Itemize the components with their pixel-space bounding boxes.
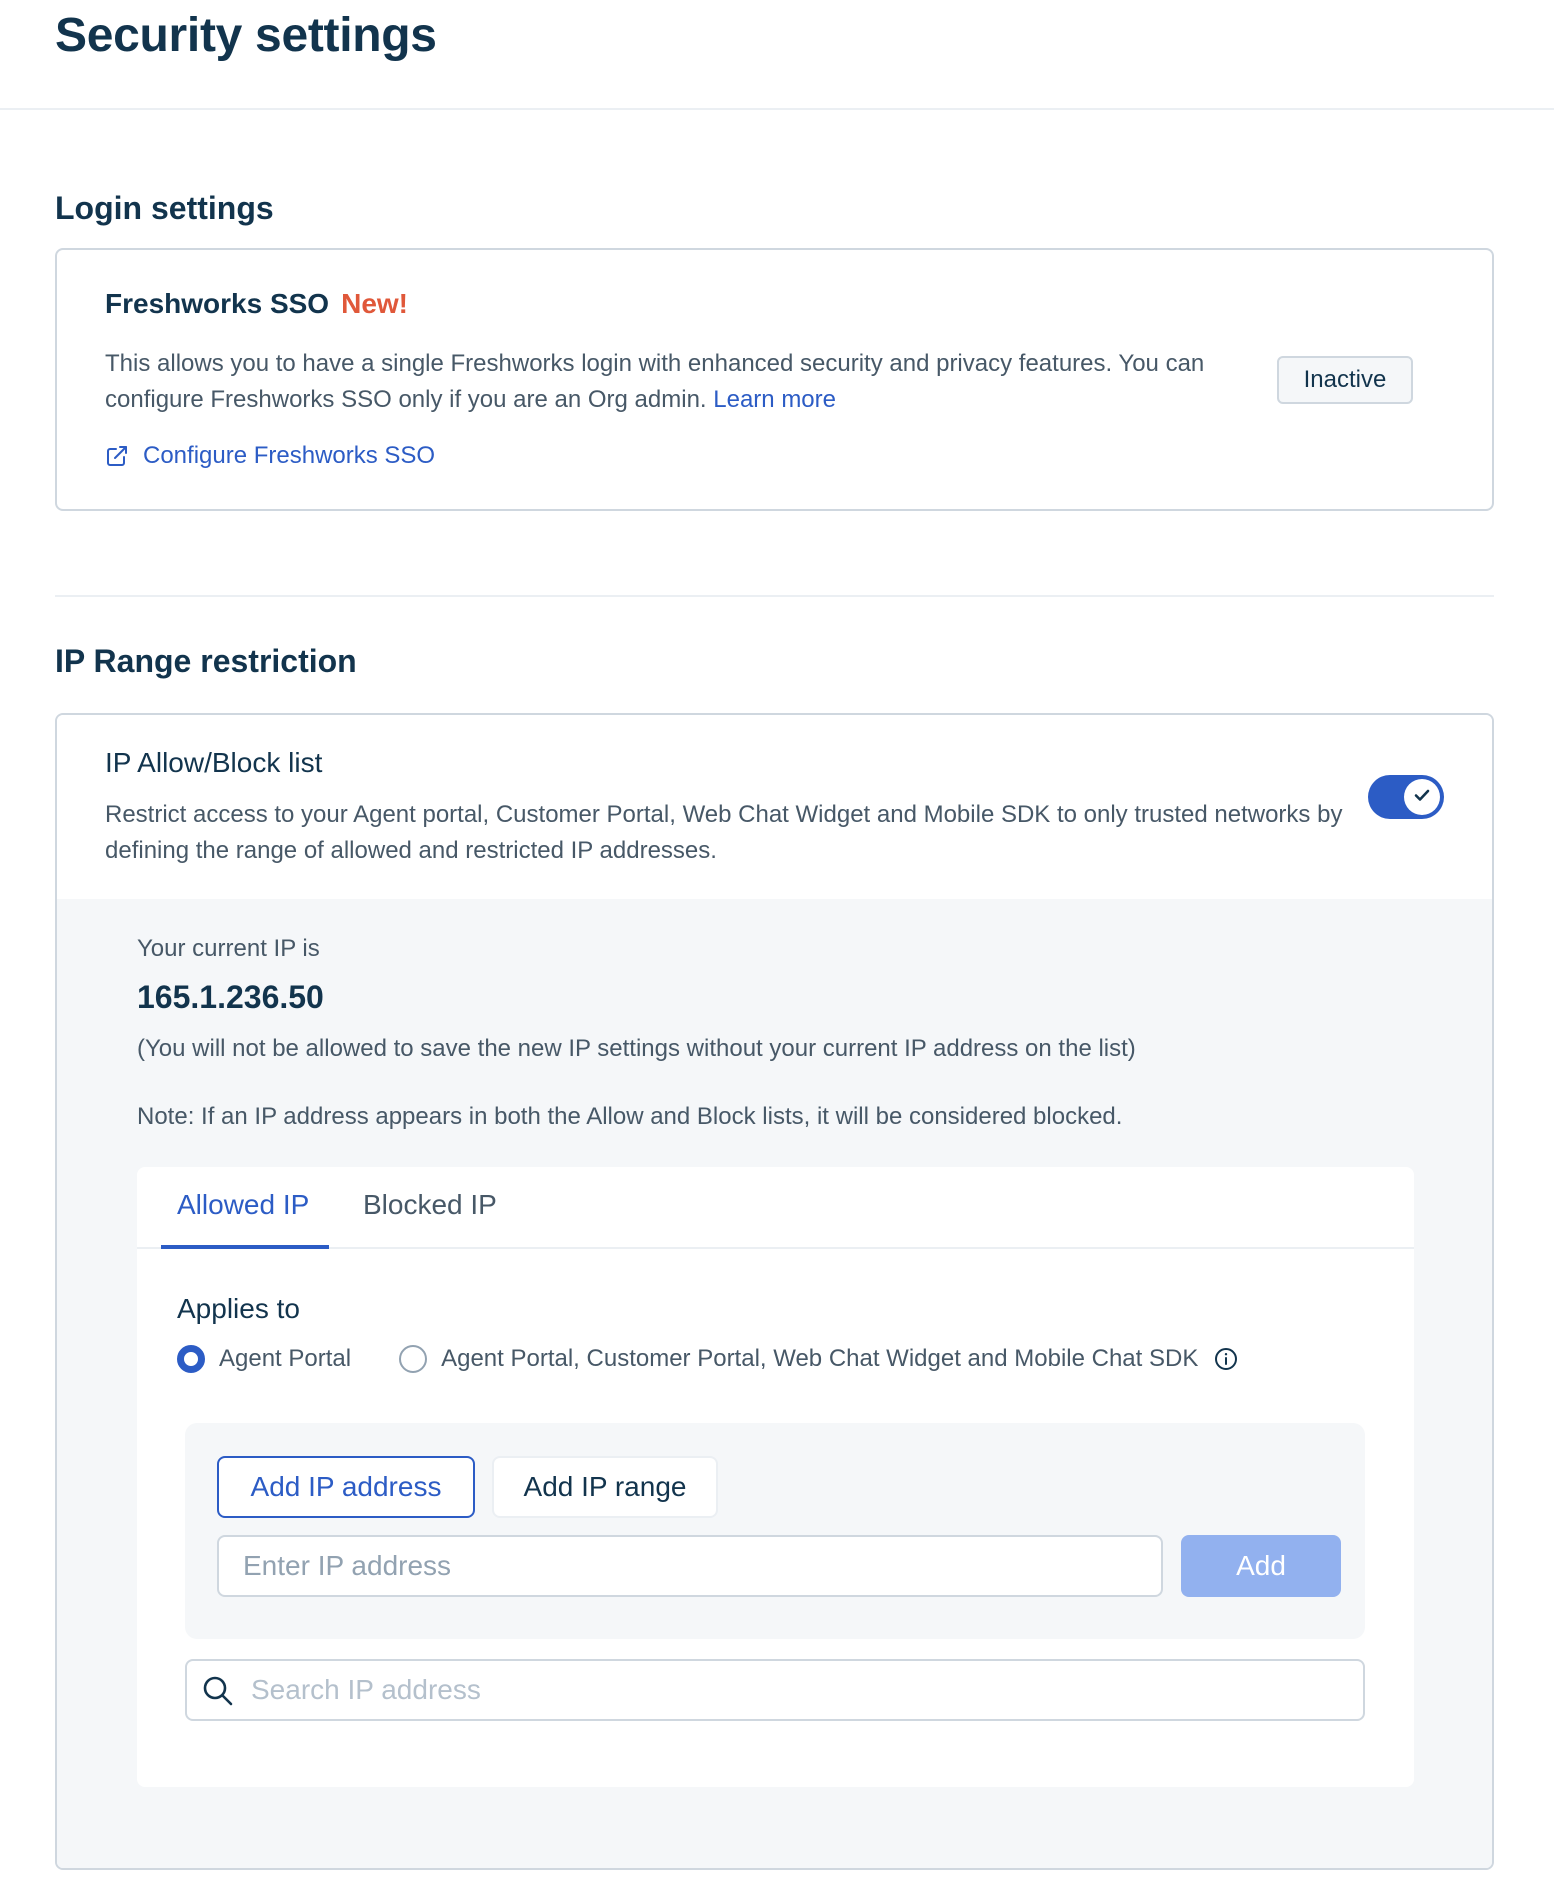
- external-link-icon: [105, 444, 129, 468]
- ip-restriction-toggle[interactable]: [1368, 775, 1444, 819]
- toggle-knob: [1404, 779, 1440, 815]
- ip-tabs: Allowed IP Blocked IP: [137, 1167, 1414, 1249]
- radio-all-portals[interactable]: [399, 1345, 428, 1373]
- sso-description: This allows you to have a single Freshwo…: [105, 346, 1245, 418]
- ip-card-header: IP Allow/Block list Restrict access to y…: [57, 715, 1492, 899]
- sso-title: Freshworks SSO: [105, 288, 330, 319]
- tab-allowed-ip[interactable]: Allowed IP: [177, 1189, 309, 1221]
- radio-agent-portal[interactable]: [177, 1345, 205, 1373]
- ip-card-description: Restrict access to your Agent portal, Cu…: [105, 801, 1343, 864]
- section-divider: [55, 595, 1494, 597]
- add-ip-address-button[interactable]: Add IP address: [217, 1456, 475, 1518]
- add-ip-range-button[interactable]: Add IP range: [492, 1456, 718, 1518]
- new-badge: New!: [341, 288, 408, 319]
- current-ip-label: Your current IP is: [137, 935, 320, 962]
- configure-sso-link[interactable]: Configure Freshworks SSO: [105, 442, 435, 470]
- ip-tabs-panel: Allowed IP Blocked IP Applies to Agent P…: [137, 1167, 1414, 1787]
- tab-blocked-ip[interactable]: Blocked IP: [363, 1189, 497, 1221]
- search-icon: [201, 1674, 235, 1708]
- radio-agent-portal-label[interactable]: Agent Portal: [219, 1345, 351, 1373]
- page-title: Security settings: [55, 9, 437, 62]
- applies-to-label: Applies to: [177, 1293, 300, 1324]
- configure-sso-label: Configure Freshworks SSO: [143, 442, 436, 469]
- info-icon[interactable]: [1214, 1347, 1238, 1371]
- radio-all-portals-label[interactable]: Agent Portal, Customer Portal, Web Chat …: [441, 1345, 1198, 1373]
- active-tab-indicator: [161, 1245, 329, 1249]
- page-header: Security settings: [0, 0, 1554, 110]
- login-section-title: Login settings: [55, 190, 274, 226]
- add-button[interactable]: Add: [1181, 1535, 1341, 1597]
- sso-status-badge: Inactive: [1277, 356, 1413, 404]
- ip-card-body: Your current IP is 165.1.236.50 (You wil…: [57, 899, 1492, 1868]
- applies-to-radio-group: Agent Portal Agent Portal, Customer Port…: [177, 1345, 1238, 1373]
- ip-search-input[interactable]: [251, 1661, 1351, 1719]
- ip-address-input[interactable]: [217, 1535, 1163, 1597]
- add-ip-box: Add IP address Add IP range Add: [185, 1423, 1365, 1639]
- current-ip-note: (You will not be allowed to save the new…: [137, 1035, 1136, 1062]
- checkmark-icon: [1412, 785, 1432, 810]
- sso-title-row: Freshworks SSO New!: [105, 288, 408, 320]
- sso-description-text: This allows you to have a single Freshwo…: [105, 350, 1205, 413]
- learn-more-link[interactable]: Learn more: [713, 386, 836, 413]
- ip-card: IP Allow/Block list Restrict access to y…: [55, 713, 1494, 1870]
- ip-section-title: IP Range restriction: [55, 643, 357, 679]
- block-precedence-note: Note: If an IP address appears in both t…: [137, 1103, 1123, 1130]
- sso-card: Freshworks SSO New! This allows you to ha…: [55, 248, 1494, 511]
- current-ip-value: 165.1.236.50: [137, 979, 324, 1015]
- ip-card-title: IP Allow/Block list: [105, 747, 323, 778]
- ip-search-field[interactable]: [185, 1659, 1365, 1721]
